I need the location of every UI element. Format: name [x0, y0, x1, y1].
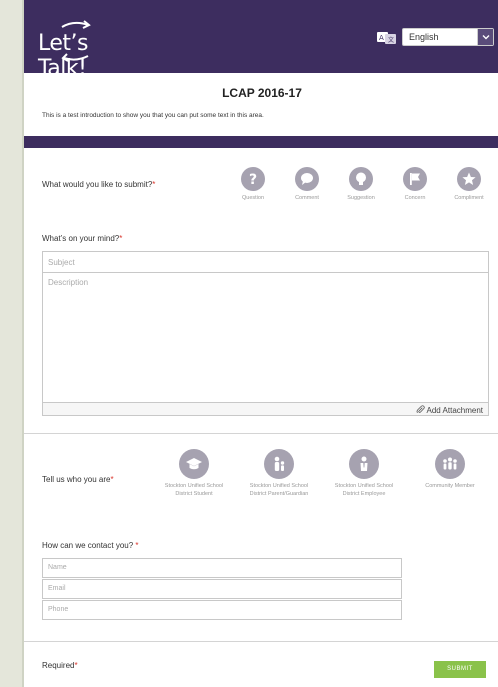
who-option-community[interactable]: Community Member	[407, 449, 493, 490]
required-mark: *	[152, 180, 156, 189]
name-input[interactable]: Name	[42, 558, 402, 578]
comment-icon	[295, 167, 319, 191]
who-option-label: Stockton Unified School District Student	[151, 482, 237, 498]
type-option-label: Comment	[295, 195, 319, 201]
translate-icon[interactable]: A 文	[377, 31, 397, 45]
email-input[interactable]: Email	[42, 579, 402, 599]
svg-text:A: A	[379, 34, 384, 42]
subject-input[interactable]: Subject	[42, 251, 489, 273]
who-option-label: Stockton Unified School District Employee	[321, 482, 407, 498]
who-option-label-line1: Community Member	[425, 483, 475, 489]
who-option-parent[interactable]: Stockton Unified School District Parent/G…	[236, 449, 322, 498]
header-bar: Let’s Talk! A 文 English	[24, 0, 498, 81]
contact-label-text: How can we contact you?	[42, 541, 134, 550]
mind-label-text: What’s on your mind?	[42, 234, 120, 243]
logo-text: Let’s Talk!	[38, 31, 89, 81]
required-mark: *	[135, 541, 139, 550]
type-option-suggestion[interactable]: Suggestion	[333, 167, 389, 201]
who-option-label-line1: Stockton Unified School	[249, 483, 309, 489]
add-attachment-button[interactable]: Add Attachment	[42, 402, 489, 416]
header-band	[24, 136, 498, 148]
who-option-label: Stockton Unified School District Parent/G…	[236, 482, 322, 498]
flag-icon	[403, 167, 427, 191]
required-mark: *	[119, 234, 123, 243]
mind-label: What’s on your mind?*	[42, 234, 122, 243]
language-selected: English	[409, 32, 439, 42]
type-option-comment[interactable]: Comment	[279, 167, 335, 201]
parent-icon	[264, 449, 294, 479]
type-option-compliment[interactable]: Compliment	[441, 167, 497, 201]
type-option-label: Compliment	[454, 195, 484, 201]
submit-type-label: What would you like to submit?*	[42, 180, 155, 189]
description-textarea[interactable]: Description	[42, 273, 489, 403]
employee-icon	[349, 449, 379, 479]
who-option-student[interactable]: Stockton Unified School District Student	[151, 449, 237, 498]
type-option-label: Concern	[404, 195, 426, 201]
svg-text:?: ?	[249, 172, 257, 187]
type-option-label: Suggestion	[347, 195, 375, 201]
form-title: LCAP 2016-17	[222, 86, 302, 100]
required-note: Required*	[42, 661, 78, 670]
who-option-employee[interactable]: Stockton Unified School District Employee	[321, 449, 407, 498]
type-option-concern[interactable]: Concern	[387, 167, 443, 201]
required-mark: *	[110, 475, 114, 484]
section-divider	[24, 641, 498, 642]
chevron-down-icon[interactable]	[477, 29, 493, 45]
type-option-label: Question	[241, 195, 264, 201]
required-mark: *	[74, 661, 78, 670]
required-note-text: Required	[42, 661, 75, 670]
who-option-label-line2: District Employee	[342, 491, 386, 497]
form-intro: This is a test introduction to show you …	[42, 112, 264, 119]
graduation-cap-icon	[179, 449, 209, 479]
community-icon	[435, 449, 465, 479]
submit-type-label-text: What would you like to submit?	[42, 180, 153, 189]
type-option-question[interactable]: ? Question	[225, 167, 281, 201]
form-page: Let’s Talk! A 文 English LCAP 2016-17 Thi…	[22, 0, 498, 687]
lets-talk-logo[interactable]: Let’s Talk!	[38, 18, 138, 81]
who-label-text: Tell us who you are	[42, 475, 111, 484]
who-option-label-line1: Stockton Unified School	[164, 483, 224, 489]
phone-input[interactable]: Phone	[42, 600, 402, 620]
lightbulb-icon	[349, 167, 373, 191]
question-icon: ?	[241, 167, 265, 191]
who-option-label-line2: District Student	[175, 491, 213, 497]
section-divider	[24, 433, 498, 434]
who-option-label-line1: Stockton Unified School	[334, 483, 394, 489]
add-attachment-label: Add Attachment	[426, 406, 483, 415]
submit-button[interactable]: SUBMIT	[434, 661, 486, 678]
svg-text:文: 文	[388, 36, 394, 44]
who-option-label: Community Member	[407, 482, 493, 490]
contact-label: How can we contact you? *	[42, 541, 139, 550]
paperclip-icon	[416, 405, 425, 414]
who-option-label-line2: District Parent/Guardian	[249, 491, 309, 497]
who-label: Tell us who you are*	[42, 475, 114, 484]
star-icon	[457, 167, 481, 191]
language-select[interactable]: English	[402, 28, 494, 46]
